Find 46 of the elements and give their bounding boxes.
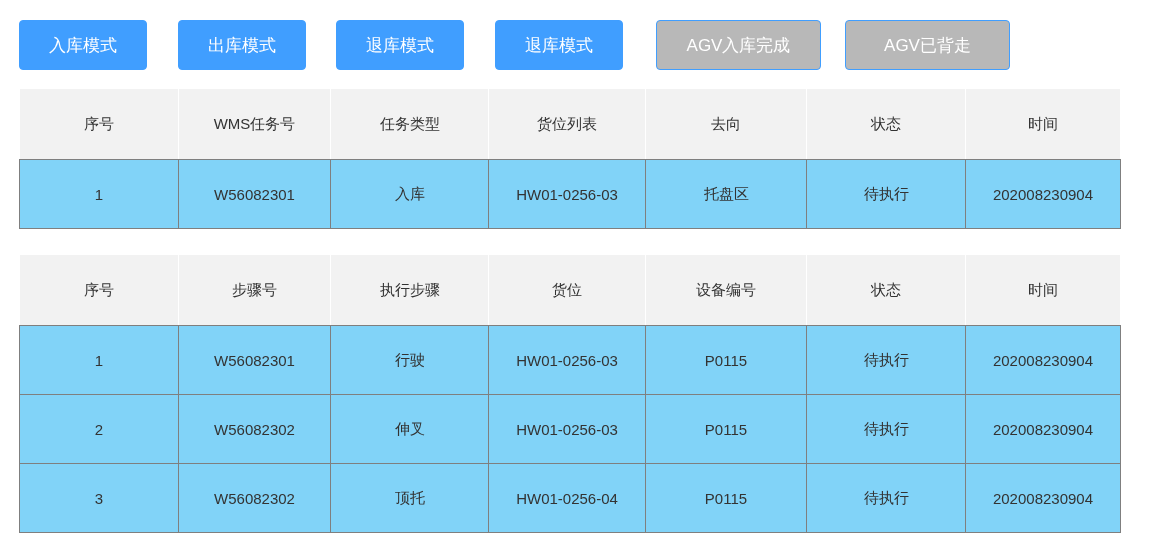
column-header: 步骤号 <box>178 255 331 326</box>
table-cell: HW01-0256-03 <box>488 325 646 395</box>
table-cell: 202008230904 <box>965 463 1121 533</box>
table-cell: 202008230904 <box>965 394 1121 464</box>
column-header: 任务类型 <box>330 89 489 160</box>
column-header: 时间 <box>965 255 1121 326</box>
table-cell: 顶托 <box>330 463 489 533</box>
table-cell: 入库 <box>330 159 489 229</box>
mode-button[interactable]: 入库模式 <box>19 20 147 70</box>
column-header: 序号 <box>19 89 179 160</box>
table-cell: 待执行 <box>806 325 966 395</box>
table-cell: 待执行 <box>806 159 966 229</box>
column-header: 货位 <box>488 255 646 326</box>
column-header: WMS任务号 <box>178 89 331 160</box>
table-cell: 202008230904 <box>965 325 1121 395</box>
table-cell: HW01-0256-03 <box>488 394 646 464</box>
table-cell: 行驶 <box>330 325 489 395</box>
table-cell: W56082301 <box>178 325 331 395</box>
column-header: 状态 <box>806 89 966 160</box>
table-cell: 托盘区 <box>645 159 807 229</box>
table-cell: P0115 <box>645 325 807 395</box>
mode-button[interactable]: 退库模式 <box>336 20 464 70</box>
column-header: 货位列表 <box>488 89 646 160</box>
column-header: 状态 <box>806 255 966 326</box>
table-cell: HW01-0256-04 <box>488 463 646 533</box>
column-header: 执行步骤 <box>330 255 489 326</box>
mode-button[interactable]: 退库模式 <box>495 20 623 70</box>
table-cell: 2 <box>19 394 179 464</box>
table-cell: P0115 <box>645 463 807 533</box>
table-cell: W56082302 <box>178 463 331 533</box>
table-cell: 待执行 <box>806 394 966 464</box>
table-cell: 1 <box>19 159 179 229</box>
table-cell: 3 <box>19 463 179 533</box>
table-cell: 待执行 <box>806 463 966 533</box>
table-cell: 1 <box>19 325 179 395</box>
table-cell: 202008230904 <box>965 159 1121 229</box>
column-header: 去向 <box>645 89 807 160</box>
table-cell: P0115 <box>645 394 807 464</box>
column-header: 设备编号 <box>645 255 807 326</box>
column-header: 时间 <box>965 89 1121 160</box>
column-header: 序号 <box>19 255 179 326</box>
table-cell: W56082302 <box>178 394 331 464</box>
table-cell: HW01-0256-03 <box>488 159 646 229</box>
table-cell: W56082301 <box>178 159 331 229</box>
table-cell: 伸叉 <box>330 394 489 464</box>
mode-button[interactable]: 出库模式 <box>178 20 306 70</box>
